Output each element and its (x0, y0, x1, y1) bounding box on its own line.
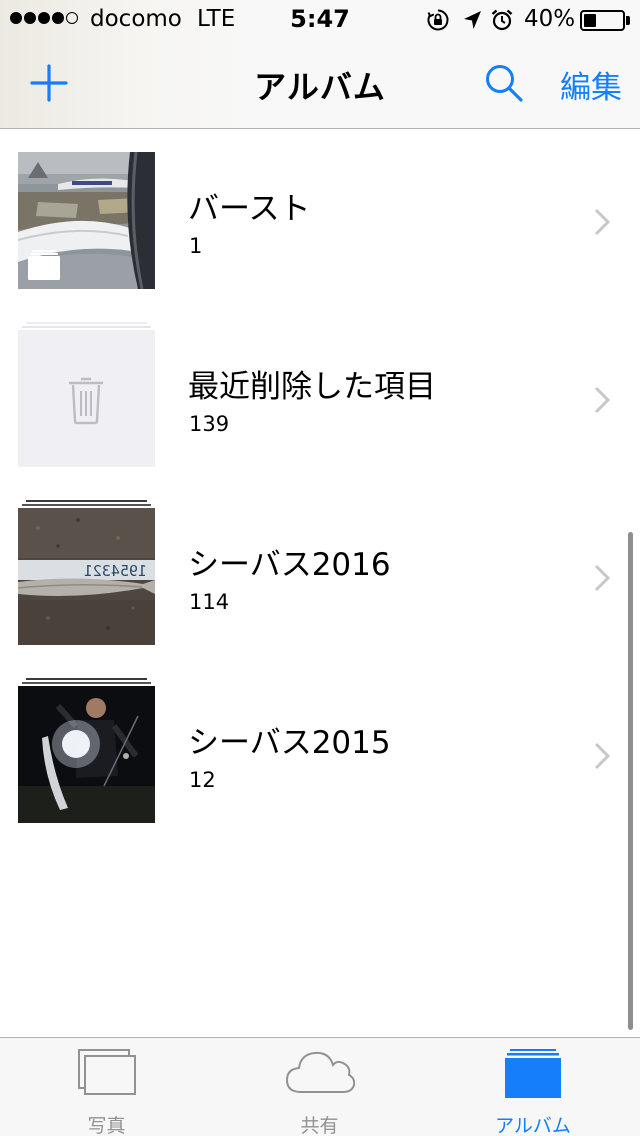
battery-percentage: 40% (524, 6, 576, 32)
stack-edge (22, 504, 151, 506)
album-photo-airport (18, 152, 155, 289)
chevron-right-icon (594, 742, 611, 770)
stack-edge (26, 322, 147, 324)
header: docomo LTE 5:47 40% アルバム 編集 (0, 0, 640, 129)
album-count: 1 (189, 234, 203, 258)
tab-albums[interactable]: アルバム (426, 1038, 640, 1136)
battery-tip (626, 16, 630, 25)
album-photo-fish-measure: 1954321 (18, 508, 155, 645)
photos-stack-icon (77, 1049, 136, 1095)
location-arrow-icon (464, 11, 481, 29)
album-row-seabass-2016[interactable]: 1954321 シーバス2016 114 (0, 486, 640, 664)
album-name: 最近削除した項目 (188, 369, 436, 405)
album-row-recently-deleted[interactable]: 最近削除した項目 139 (0, 308, 640, 486)
burst-stack-icon (28, 250, 60, 280)
tab-label: 写真 (87, 1115, 126, 1136)
page-title: アルバム (254, 68, 386, 106)
orientation-lock-icon (427, 9, 449, 31)
album-trash-placeholder (18, 330, 155, 467)
chevron-right-icon (594, 564, 611, 592)
album-name: シーバス2016 (188, 547, 391, 583)
battery-icon (580, 10, 625, 31)
stack-edge (22, 682, 151, 684)
tab-bar: 写真 共有 アルバム (0, 1037, 640, 1136)
edit-button[interactable]: 編集 (560, 62, 622, 107)
album-row-burst[interactable]: バースト 1 (0, 130, 640, 308)
albums-icon (505, 1049, 561, 1098)
album-row-seabass-2015[interactable]: シーバス2015 12 (0, 664, 640, 842)
chevron-right-icon (594, 386, 611, 414)
alarm-icon (491, 9, 513, 31)
stack-edge (22, 326, 151, 328)
album-photo-night-fishing (18, 686, 155, 823)
album-count: 139 (189, 412, 230, 436)
album-count: 12 (189, 768, 216, 792)
chevron-right-icon (594, 208, 611, 236)
album-count: 114 (189, 590, 230, 614)
tab-label: アルバム (495, 1115, 571, 1136)
svg-text:1954321: 1954321 (84, 562, 147, 580)
stack-edge (26, 678, 147, 680)
scroll-indicator[interactable] (628, 532, 633, 1030)
album-name: バースト (188, 191, 311, 227)
album-name: シーバス2015 (188, 725, 391, 761)
search-button[interactable] (484, 63, 524, 103)
cloud-icon (285, 1051, 355, 1093)
tab-shared[interactable]: 共有 (213, 1038, 426, 1136)
stack-edge (26, 500, 147, 502)
tab-photos[interactable]: 写真 (0, 1038, 213, 1136)
trash-icon (69, 377, 103, 425)
tab-label: 共有 (300, 1115, 339, 1136)
status-bar: docomo LTE 5:47 40% (0, 0, 640, 40)
